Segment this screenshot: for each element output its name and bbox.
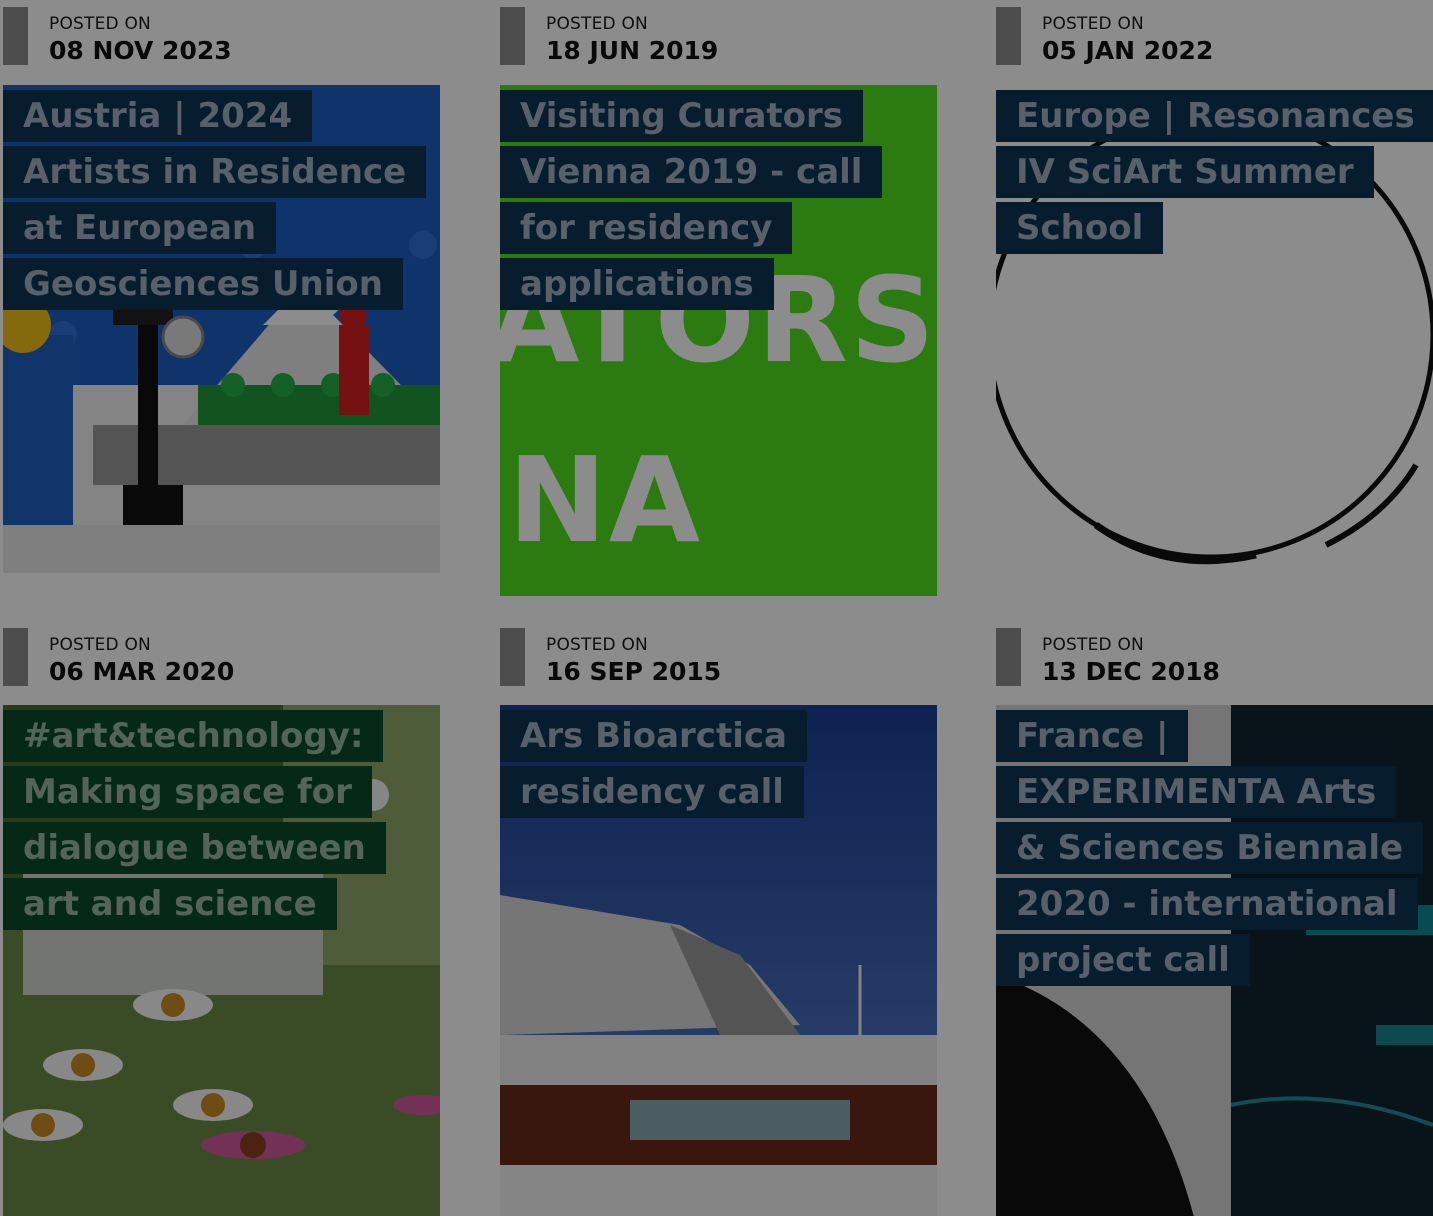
post-thumbnail-flowers[interactable]: #art&technology: Making space for dialog… (3, 705, 440, 1216)
post-date-block: POSTED ON 05 JAN 2022 (996, 0, 1433, 65)
post-title[interactable]: Europe | Resonances IV SciArt Summer Sch… (996, 90, 1433, 254)
post-title[interactable]: Ars Bioarctica residency call (500, 710, 807, 818)
post-thumbnail-arctic[interactable]: Ars Bioarctica residency call (500, 705, 937, 1216)
post-thumbnail-lego[interactable]: Austria | 2024 Artists in Residence at E… (3, 85, 440, 573)
posted-date: 16 SEP 2015 (546, 657, 722, 686)
posted-date: 06 MAR 2020 (49, 657, 235, 686)
post-thumbnail-circle[interactable]: Europe | Resonances IV SciArt Summer Sch… (996, 85, 1433, 585)
post-date-block: POSTED ON 16 SEP 2015 (500, 621, 937, 686)
date-accent-bar (3, 628, 28, 686)
date-accent-bar (996, 7, 1021, 65)
post-title-wrap[interactable]: France | EXPERIMENTA Arts & Sciences Bie… (996, 710, 1424, 991)
post-date-block: POSTED ON 08 NOV 2023 (3, 0, 440, 65)
posted-on-label: POSTED ON (546, 635, 648, 655)
posted-date: 18 JUN 2019 (546, 36, 719, 65)
posted-on-label: POSTED ON (546, 14, 648, 34)
post-grid-page: POSTED ON 08 NOV 2023 Austria | 2024 Art… (0, 0, 1433, 1216)
posted-on-label: POSTED ON (49, 635, 151, 655)
post-thumbnail-experimenta[interactable]: France | EXPERIMENTA Arts & Sciences Bie… (996, 705, 1433, 1216)
post-title-wrap[interactable]: Visiting Curators Vienna 2019 - call for… (500, 90, 920, 315)
curators-image-text-line2: NA (508, 431, 703, 569)
date-accent-bar (3, 7, 28, 65)
post-title[interactable]: Visiting Curators Vienna 2019 - call for… (500, 90, 883, 310)
posted-date: 13 DEC 2018 (1042, 657, 1220, 686)
post-title-wrap[interactable]: Ars Bioarctica residency call (500, 710, 920, 823)
date-accent-bar (500, 7, 525, 65)
post-date-block: POSTED ON 13 DEC 2018 (996, 621, 1433, 686)
date-accent-bar (996, 628, 1021, 686)
post-date-block: POSTED ON 06 MAR 2020 (3, 621, 440, 686)
post-title[interactable]: #art&technology: Making space for dialog… (3, 710, 386, 930)
posted-on-label: POSTED ON (1042, 635, 1144, 655)
date-accent-bar (500, 628, 525, 686)
posted-on-label: POSTED ON (49, 14, 151, 34)
post-title-wrap[interactable]: Europe | Resonances IV SciArt Summer Sch… (996, 90, 1433, 259)
post-title[interactable]: France | EXPERIMENTA Arts & Sciences Bie… (996, 710, 1424, 986)
post-title-wrap[interactable]: Austria | 2024 Artists in Residence at E… (3, 90, 427, 315)
posted-date: 08 NOV 2023 (49, 36, 232, 65)
posted-date: 05 JAN 2022 (1042, 36, 1214, 65)
post-title[interactable]: Austria | 2024 Artists in Residence at E… (3, 90, 427, 310)
post-title-wrap[interactable]: #art&technology: Making space for dialog… (3, 710, 423, 935)
post-date-block: POSTED ON 18 JUN 2019 (500, 0, 937, 65)
posted-on-label: POSTED ON (1042, 14, 1144, 34)
post-thumbnail-curators[interactable]: ATORS NA Visiting Curators Vienna 2019 -… (500, 85, 937, 596)
